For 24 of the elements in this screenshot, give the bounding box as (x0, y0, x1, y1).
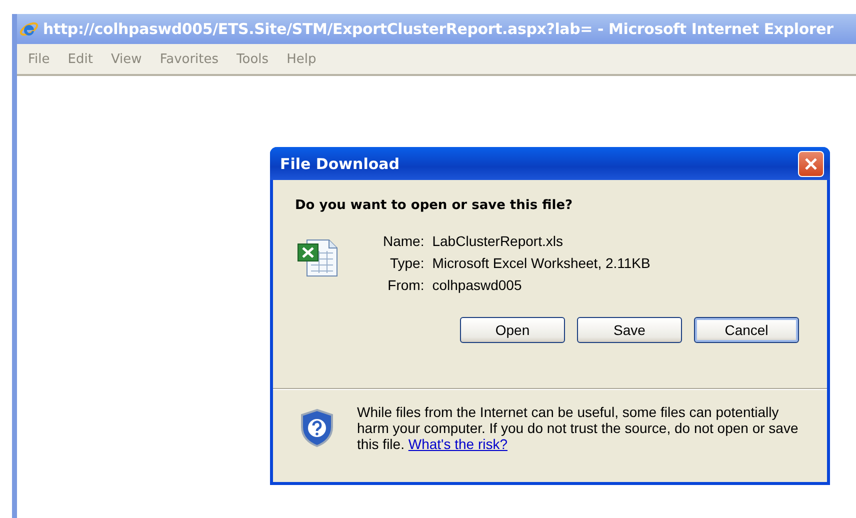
menu-item[interactable]: Tools (228, 52, 278, 66)
spreadsheet-file-icon (297, 237, 339, 277)
help-shield-icon (299, 408, 335, 448)
dialog-button[interactable]: Cancel (694, 317, 799, 343)
menu-item[interactable]: File (19, 52, 59, 66)
close-button[interactable] (798, 150, 824, 176)
field-label: Type: (388, 255, 424, 271)
field-label: Name: (383, 233, 424, 249)
field-value: colhpaswd005 (432, 277, 523, 293)
risk-link[interactable]: What's the risk? (408, 436, 508, 452)
field-label: From: (386, 277, 424, 293)
security-warning-text: While files from the Internet can be useful, some files can potentially harm your computer. If you do not trust the source, do not open or save this file. What's the risk? (357, 404, 800, 452)
dialog-question: Do you want to open or save this file? (295, 198, 574, 213)
menu-item[interactable]: Help (278, 52, 326, 66)
field-value: LabClusterReport.xls (432, 233, 564, 249)
window-title: http://colhpaswd005/ETS.Site/STM/ExportClusterReport.aspx?lab= - Microsoft Internet Explorer (43, 20, 834, 38)
close-icon (804, 156, 818, 170)
menu-item[interactable]: Edit (58, 52, 102, 66)
dialog-button[interactable]: Open (460, 317, 565, 343)
dialog-title: File Download (280, 154, 400, 172)
field-value: Microsoft Excel Worksheet, 2.11KB (432, 255, 650, 271)
menu-item[interactable]: Favorites (150, 52, 228, 66)
dialog-button[interactable]: Save (577, 317, 682, 343)
menu-item[interactable]: View (102, 52, 151, 66)
